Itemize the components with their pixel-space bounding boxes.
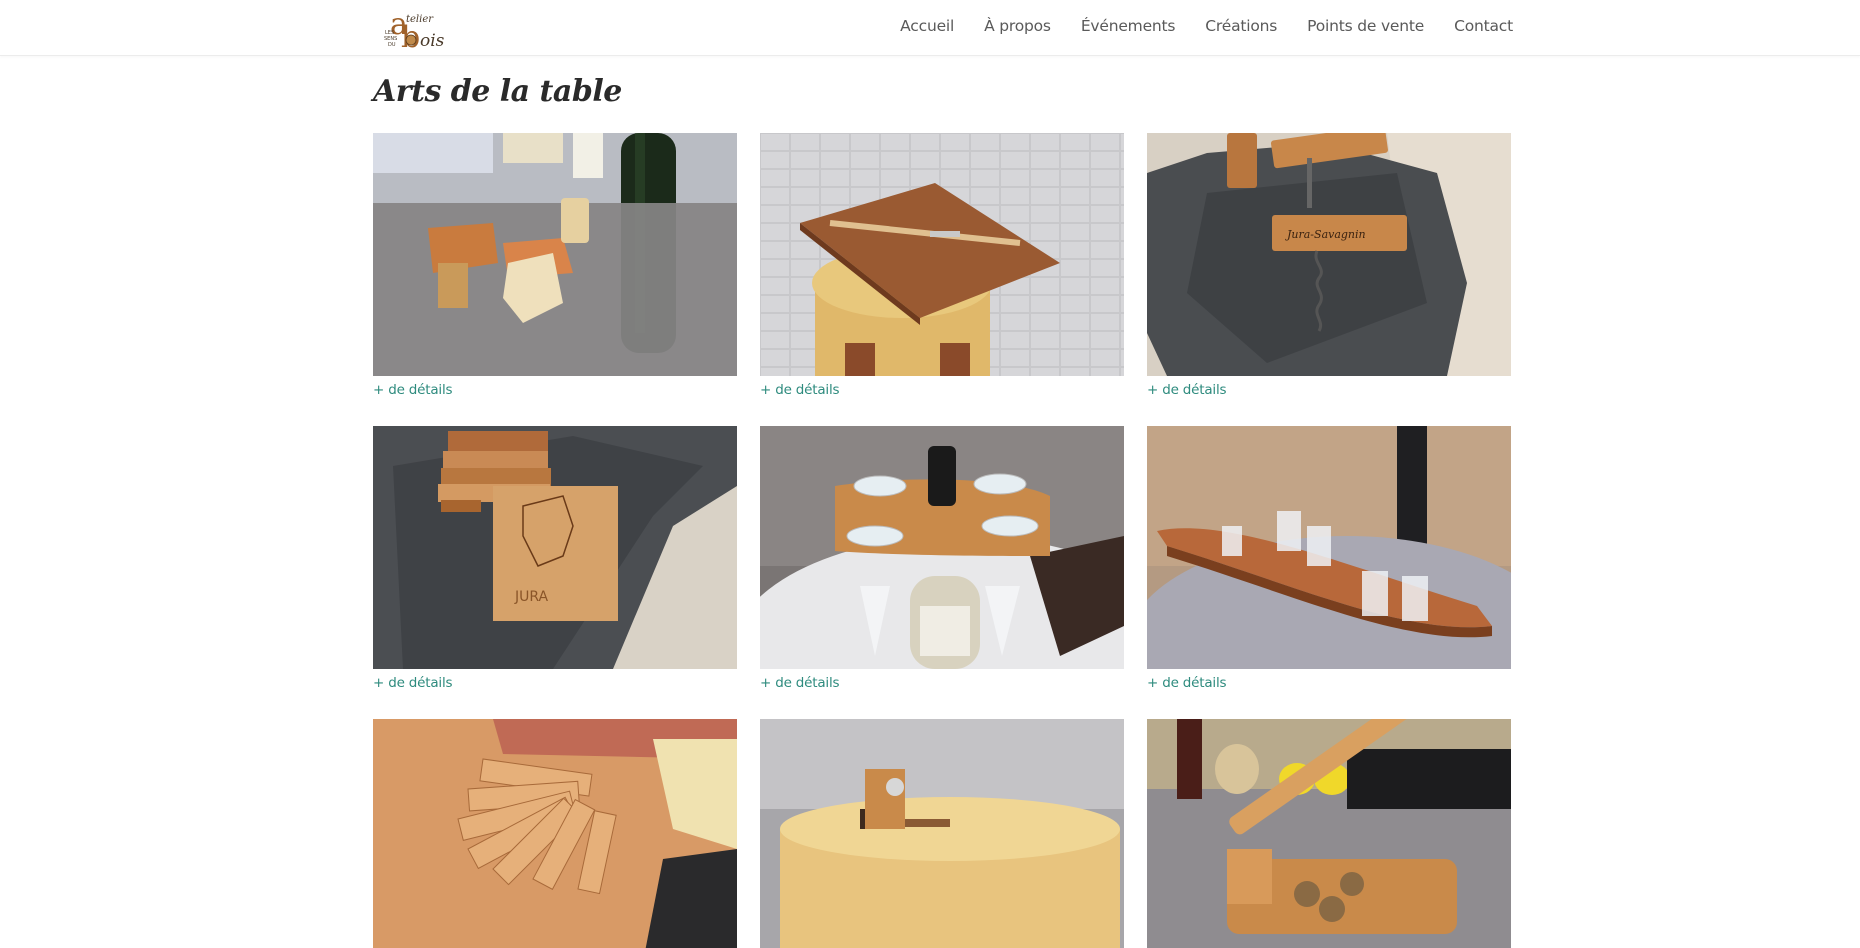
product-card: + de détails xyxy=(760,426,1124,691)
site-header: a telier LES SENS DU b ois Accueil À pro… xyxy=(0,0,1860,56)
cutting-board-photo[interactable] xyxy=(760,133,1124,376)
product-card xyxy=(760,719,1124,948)
coasters-photo[interactable]: JURA xyxy=(373,426,737,669)
product-card: + de détails xyxy=(373,133,737,398)
nav-item-points-de-vente[interactable]: Points de vente xyxy=(1307,17,1424,35)
wine-glass-holder-photo[interactable] xyxy=(760,426,1124,669)
product-card: + de détails xyxy=(760,133,1124,398)
wine-stoppers-photo[interactable] xyxy=(373,133,737,376)
svg-text:DU: DU xyxy=(388,42,396,48)
nav-item-contact[interactable]: Contact xyxy=(1454,17,1513,35)
nav-item-a-propos[interactable]: À propos xyxy=(984,17,1051,35)
shot-glass-board-photo[interactable] xyxy=(1147,426,1511,669)
nutcracker-photo[interactable] xyxy=(1147,719,1511,948)
product-card xyxy=(373,719,737,948)
page-title: Arts de la table xyxy=(373,74,622,109)
product-card: + de détails xyxy=(1147,426,1511,691)
details-link[interactable]: + de détails xyxy=(1147,675,1227,691)
details-link[interactable]: + de détails xyxy=(373,382,453,398)
bottle-opener-photo[interactable] xyxy=(760,719,1124,948)
nav-item-evenements[interactable]: Événements xyxy=(1081,17,1176,35)
details-link[interactable]: + de détails xyxy=(760,675,840,691)
product-card: JURA + de détails xyxy=(373,426,737,691)
svg-text:Jura-Savagnin: Jura-Savagnin xyxy=(1285,228,1366,241)
details-link[interactable]: + de détails xyxy=(1147,382,1227,398)
svg-text:ois: ois xyxy=(420,31,445,48)
nav-item-accueil[interactable]: Accueil xyxy=(900,17,954,35)
main-nav: Accueil À propos Événements Créations Po… xyxy=(870,0,1513,52)
details-link[interactable]: + de détails xyxy=(760,382,840,398)
site-logo[interactable]: a telier LES SENS DU b ois xyxy=(384,4,450,48)
details-link[interactable]: + de détails xyxy=(373,675,453,691)
cheese-markers-photo[interactable] xyxy=(373,719,737,948)
svg-text:JURA: JURA xyxy=(514,589,549,605)
product-card: Jura-Savagnin + de détails xyxy=(1147,133,1511,398)
nav-item-creations[interactable]: Créations xyxy=(1205,17,1277,35)
product-card xyxy=(1147,719,1511,948)
corkscrews-photo[interactable]: Jura-Savagnin xyxy=(1147,133,1511,376)
